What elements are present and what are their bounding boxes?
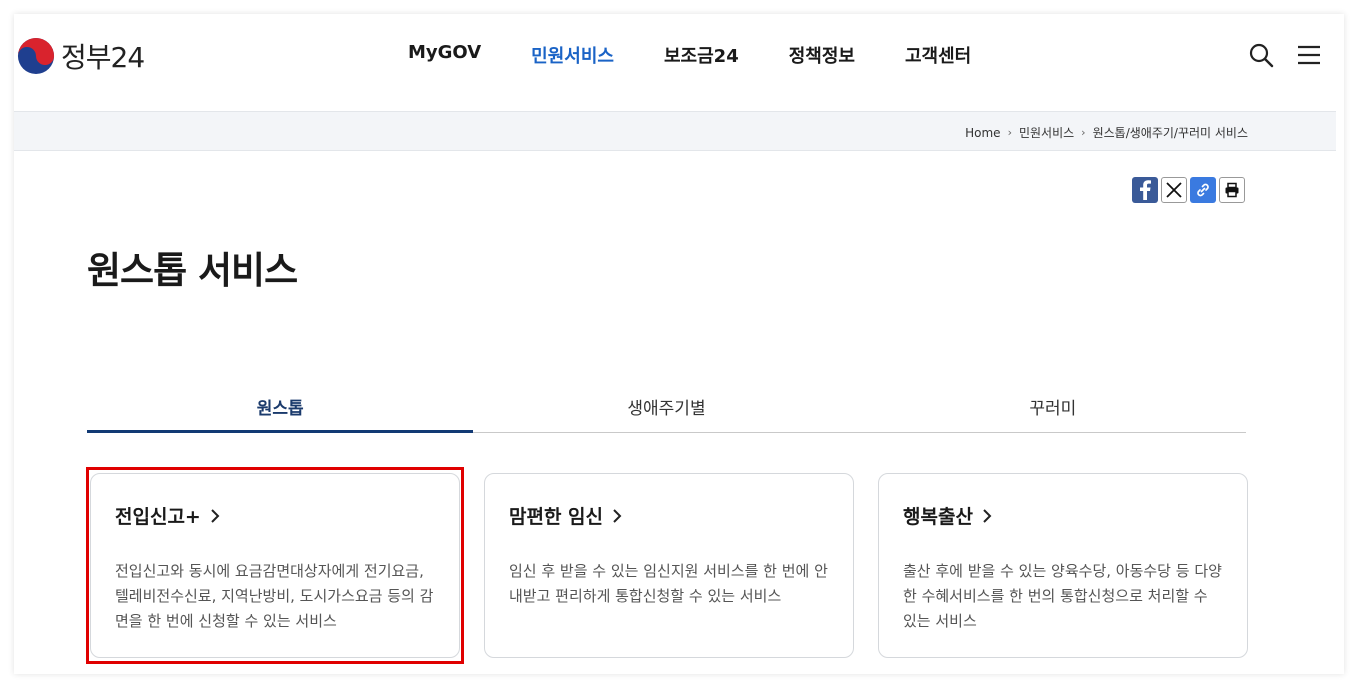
card-title-text: 행복출산 <box>903 506 973 528</box>
x-icon[interactable] <box>1161 177 1187 203</box>
facebook-icon[interactable] <box>1132 177 1158 203</box>
link-icon[interactable] <box>1190 177 1216 203</box>
nav-item-mygov[interactable]: MyGOV <box>408 42 481 68</box>
logo-text: 정부24 <box>61 41 145 74</box>
hamburger-menu-icon[interactable] <box>1296 42 1322 68</box>
chevron-right-icon <box>211 508 220 523</box>
nav-item-subsidy24[interactable]: 보조금24 <box>664 42 739 68</box>
page-frame: 정부24 MyGOV 민원서비스 보조금24 정책정보 고객센터 Home › <box>14 14 1344 674</box>
chevron-right-icon <box>983 508 992 523</box>
breadcrumb: Home › 민원서비스 › 원스톱/생애주기/꾸러미 서비스 <box>965 124 1248 141</box>
tab-lifecycle[interactable]: 생애주기별 <box>473 386 859 432</box>
service-card-pregnancy[interactable]: 맘편한 임신 임신 후 받을 수 있는 임신지원 서비스를 한 번에 안내받고 … <box>484 473 854 658</box>
search-icon[interactable] <box>1248 42 1274 68</box>
nav-item-civil-service[interactable]: 민원서비스 <box>531 42 614 68</box>
header: 정부24 MyGOV 민원서비스 보조금24 정책정보 고객센터 <box>14 14 1344 111</box>
breadcrumb-bar: Home › 민원서비스 › 원스톱/생애주기/꾸러미 서비스 <box>14 111 1336 151</box>
chevron-right-icon: › <box>1007 126 1012 139</box>
card-title-text: 맘편한 임신 <box>509 506 604 528</box>
breadcrumb-home[interactable]: Home <box>965 126 1000 140</box>
service-card-move-in[interactable]: 전입신고+ 전입신고와 동시에 요금감면대상자에게 전기요금, 텔레비전수신료,… <box>90 473 460 658</box>
card-description: 전입신고와 동시에 요금감면대상자에게 전기요금, 텔레비전수신료, 지역난방비… <box>115 562 434 630</box>
card-title: 전입신고+ <box>115 502 435 529</box>
main-nav: MyGOV 민원서비스 보조금24 정책정보 고객센터 <box>408 42 1021 68</box>
tab-bundle[interactable]: 꾸러미 <box>860 386 1246 432</box>
taegeuk-logo-icon <box>17 37 55 75</box>
card-description: 출산 후에 받을 수 있는 양육수당, 아동수당 등 다양한 수혜서비스를 한 … <box>903 562 1222 630</box>
breadcrumb-civil-service[interactable]: 민원서비스 <box>1019 124 1074 141</box>
share-tools <box>1132 177 1248 203</box>
print-icon[interactable] <box>1219 177 1245 203</box>
card-title-text: 전입신고+ <box>115 506 201 528</box>
header-utilities <box>1226 42 1322 68</box>
breadcrumb-current[interactable]: 원스톱/생애주기/꾸러미 서비스 <box>1093 124 1248 141</box>
nav-item-customer-center[interactable]: 고객센터 <box>905 42 971 68</box>
logo[interactable]: 정부24 <box>17 36 145 76</box>
card-description: 임신 후 받을 수 있는 임신지원 서비스를 한 번에 안내받고 편리하게 통합… <box>509 562 828 605</box>
service-card-list: 전입신고+ 전입신고와 동시에 요금감면대상자에게 전기요금, 텔레비전수신료,… <box>90 473 1272 658</box>
card-title: 행복출산 <box>903 502 1223 529</box>
service-tabs: 원스톱 생애주기별 꾸러미 <box>87 386 1246 433</box>
tab-onestop[interactable]: 원스톱 <box>87 386 474 433</box>
card-title: 맘편한 임신 <box>509 502 829 529</box>
nav-item-policy-info[interactable]: 정책정보 <box>789 42 855 68</box>
page-title: 원스톱 서비스 <box>87 249 298 292</box>
chevron-right-icon <box>613 508 622 523</box>
service-card-childbirth[interactable]: 행복출산 출산 후에 받을 수 있는 양육수당, 아동수당 등 다양한 수혜서비… <box>878 473 1248 658</box>
chevron-right-icon: › <box>1081 126 1086 139</box>
